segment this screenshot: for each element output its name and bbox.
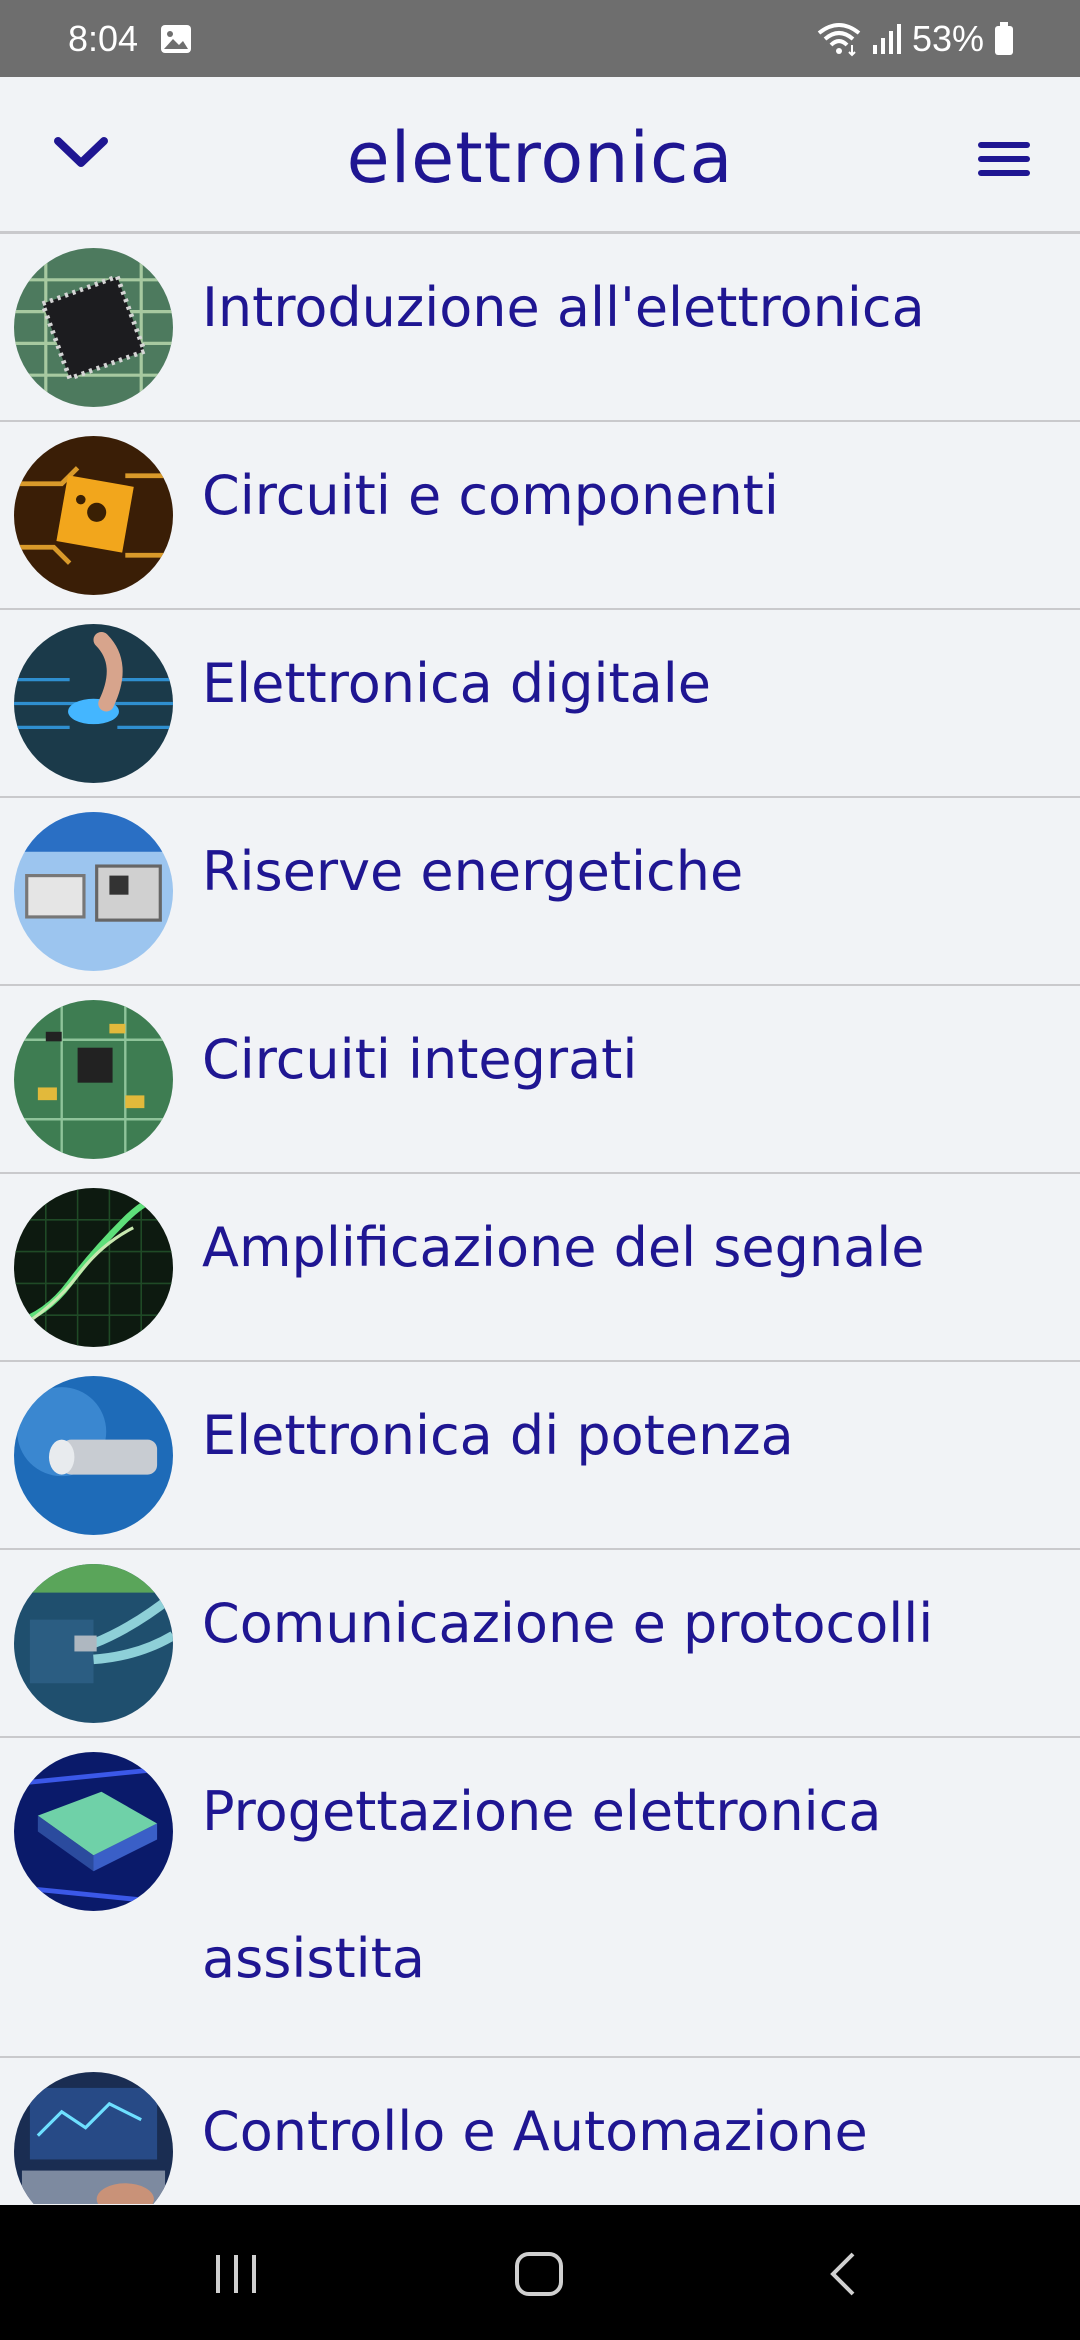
signal-icon — [872, 24, 901, 54]
list-item-label: Introduzione all'elettronica — [202, 276, 925, 339]
list-item-label: Amplificazione del segnale — [202, 1216, 925, 1279]
list-item[interactable]: Elettronica digitale — [0, 610, 1080, 798]
list-item-label: Riserve energetiche — [202, 840, 744, 903]
integrated-circuit-thumbnail — [14, 1000, 173, 1159]
network-cable-thumbnail — [14, 1564, 173, 1723]
list-item-label: Elettronica digitale — [202, 652, 711, 715]
wifi-icon — [817, 23, 861, 57]
status-time: 8:04 — [68, 18, 139, 59]
list-item-label: Circuiti e componenti — [202, 464, 779, 527]
back-icon[interactable] — [828, 2251, 858, 2297]
list-item[interactable]: Progettazione elettronica assistita — [0, 1738, 1080, 2058]
list-item[interactable]: Amplificazione del segnale — [0, 1174, 1080, 1362]
list-item[interactable]: Introduzione all'elettronica — [0, 234, 1080, 422]
microchip-thumbnail — [14, 248, 173, 407]
list-item[interactable]: Circuiti e componenti — [0, 422, 1080, 610]
list-item-label: Controllo e Automazione — [202, 2100, 868, 2163]
list-item-label: Elettronica di potenza — [202, 1404, 794, 1467]
battery-icon — [995, 22, 1013, 55]
signal-wave-thumbnail — [14, 1188, 173, 1347]
home-icon[interactable] — [514, 2251, 564, 2297]
gallery-icon — [161, 25, 191, 53]
control-panel-thumbnail — [14, 2072, 173, 2204]
battery-percent: 53% — [911, 18, 984, 59]
recent-apps-icon[interactable] — [212, 2253, 260, 2295]
list-item[interactable]: Comunicazione e protocolli — [0, 1550, 1080, 1738]
topic-list: Introduzione all'elettronica Circuiti e … — [0, 234, 1080, 2204]
digital-touch-thumbnail — [14, 624, 173, 783]
list-item-label: Circuiti integrati — [202, 1028, 638, 1091]
page-title: elettronica — [346, 117, 734, 199]
circuit-component-thumbnail — [14, 436, 173, 595]
status-icons: 53% — [816, 18, 1014, 60]
power-electronics-thumbnail — [14, 1376, 173, 1535]
cad-chip-thumbnail — [14, 1752, 173, 1911]
list-item-label: Progettazione elettronica assistita — [202, 1780, 882, 1990]
list-item[interactable]: Riserve energetiche — [0, 798, 1080, 986]
list-item[interactable]: Circuiti integrati — [0, 986, 1080, 1174]
hamburger-menu-icon[interactable] — [976, 139, 1032, 179]
system-nav-bar — [0, 2205, 1080, 2340]
power-supply-thumbnail — [14, 812, 173, 971]
list-item[interactable]: Elettronica di potenza — [0, 1362, 1080, 1550]
list-item-label: Comunicazione e protocolli — [202, 1592, 934, 1655]
app-header: elettronica — [0, 77, 1080, 234]
status-bar: 8:04 53% — [0, 0, 1080, 77]
list-item[interactable]: Controllo e Automazione — [0, 2058, 1080, 2204]
